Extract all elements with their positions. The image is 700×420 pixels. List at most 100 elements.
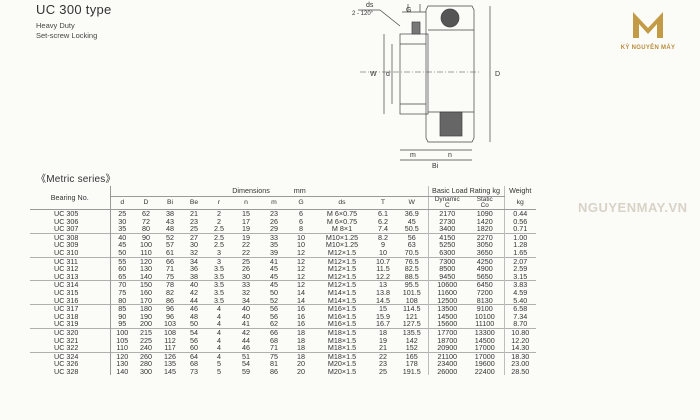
table-row: UC 305 25 62 38 21 2 15 23 6 M 6×0.75 6.1 36.9 2170 1… bbox=[30, 208, 536, 218]
table-cell: 26000 bbox=[437, 366, 458, 376]
m-label: m bbox=[410, 152, 416, 159]
weight-header: Weight bbox=[509, 186, 532, 196]
table-row: UC 324 120 260 126 64 4 51 75 18 M18×1.5 22 165 2110… bbox=[30, 351, 536, 361]
table-row: UC 314 70 150 78 40 3.5 33 45 12 M12×1.5 13 95.5 106… bbox=[30, 280, 536, 289]
table-cell: 12 bbox=[297, 247, 305, 257]
section-title: 《Metric series》 bbox=[36, 174, 116, 185]
basic-load-header: Basic Load Rating kg bbox=[428, 186, 505, 197]
table-cell: M12×1.5 bbox=[327, 247, 357, 257]
page-title: UC 300 type bbox=[36, 2, 112, 17]
table-cell: 59 bbox=[242, 366, 250, 376]
table-row: UC 309 45 100 57 30 2.5 22 35 10 M10×1.25 9 63 5250 3… bbox=[30, 241, 536, 249]
table-cell: 3650 bbox=[466, 249, 505, 258]
g-label: G bbox=[406, 7, 411, 14]
table-cell: 10 bbox=[379, 247, 387, 257]
col-bi: Bi bbox=[158, 196, 182, 210]
col-g: G bbox=[288, 196, 314, 210]
table-row: UC 312 60 130 71 36 3.5 26 45 12 M12×1.5 11.5 82.5 8… bbox=[30, 265, 536, 273]
table-row: UC 307 35 80 48 25 2.5 19 29 8 M 8×1 7.4 50.5 3400 18… bbox=[30, 225, 536, 234]
table-cell: M18×1.5 bbox=[327, 343, 357, 353]
table-cell: 61 bbox=[166, 247, 174, 257]
table-cell: 191.5 bbox=[396, 368, 429, 376]
table-row: UC 308 40 90 52 27 2.5 19 33 10 M10×1.25 8.2 56 4150… bbox=[30, 232, 536, 242]
table-row: UC 315 75 160 82 42 3.5 32 50 14 M14×1.5 13.8 101.5… bbox=[30, 289, 536, 297]
brand-name: KỲ NGUYÊN MÁY bbox=[620, 45, 676, 51]
col-r: r bbox=[206, 196, 232, 210]
table-cell: 46 bbox=[242, 343, 250, 353]
table-cell: 117 bbox=[164, 343, 176, 353]
table-cell: 110 bbox=[140, 247, 152, 257]
table-cell: 39 bbox=[270, 247, 278, 257]
bi-label: Bi bbox=[432, 163, 439, 170]
col-weight-kg: kg bbox=[504, 196, 536, 210]
col-static: Static Co bbox=[466, 196, 505, 210]
col-be: Be bbox=[182, 196, 206, 210]
table-cell: 25 bbox=[379, 366, 387, 376]
d-label: d bbox=[386, 71, 390, 78]
table-cell: 22 bbox=[242, 247, 250, 257]
table-cell: 18 bbox=[297, 343, 305, 353]
table-cell: M20×1.5 bbox=[327, 366, 357, 376]
table-row: UC 317 85 180 96 46 4 40 56 16 M16×1.5 15 114.5 1350… bbox=[30, 304, 536, 313]
m-logo-icon bbox=[633, 12, 663, 38]
table-row: UC 321 105 225 112 56 4 44 68 18 M18×1.5 19 142 1870… bbox=[30, 336, 536, 345]
table-row: UC 311 55 120 66 34 3 25 41 12 M12×1.5 10.7 76.5 730… bbox=[30, 256, 536, 266]
bearing-drawing: ds 2 - 120° G W d D m n Bi bbox=[352, 2, 500, 170]
dimensions-header: Dimensions mm bbox=[110, 186, 429, 197]
col-m: m bbox=[260, 196, 288, 210]
table-cell: 110 bbox=[116, 343, 128, 353]
table-row: UC 313 65 140 75 38 3.5 30 45 12 M12×1.5 12.2 88.5 9… bbox=[30, 272, 536, 281]
dynamic-symbol: C bbox=[444, 202, 450, 209]
table-cell: 145 bbox=[164, 366, 176, 376]
col-outer-d: D bbox=[134, 196, 158, 210]
col-t: T bbox=[370, 196, 396, 210]
table-cell: 73 bbox=[190, 366, 198, 376]
table-cell: 71 bbox=[270, 343, 278, 353]
watermark: NGUYENMAY.VN bbox=[578, 200, 688, 215]
table-body: UC 305 25 62 38 21 2 15 23 6 M 6×0.75 6.1 36.9 2170 1… bbox=[30, 208, 536, 376]
table-row: UC 318 90 190 96 48 4 40 56 16 M16×1.5 15.9 121 1450… bbox=[30, 313, 536, 321]
table-cell: 28.50 bbox=[511, 366, 530, 376]
table-cell: 22400 bbox=[466, 368, 505, 376]
table-row: UC 319 95 200 103 50 4 41 62 16 M16×1.5 16.7 127.5 1… bbox=[30, 320, 536, 329]
table-cell: 140 bbox=[116, 366, 129, 376]
header: UC 300 type Heavy Duty Set-screw Locking bbox=[36, 2, 112, 41]
col-ds: ds bbox=[314, 196, 370, 210]
table-row: UC 316 80 170 86 44 3.5 34 52 14 M14×1.5 14.5 108 12… bbox=[30, 296, 536, 305]
col-bearing-no: Bearing No. bbox=[30, 186, 111, 210]
table-cell: 4 bbox=[217, 343, 221, 353]
bearing-table: Bearing No. Dimensions mm Basic Load Rat… bbox=[30, 186, 536, 376]
dimensions-label: Dimensions bbox=[232, 186, 270, 195]
subtitle-locking: Set-screw Locking bbox=[36, 31, 98, 40]
basic-load-label: Basic Load bbox=[432, 186, 468, 195]
static-symbol: Co bbox=[480, 202, 489, 209]
bearing-no-cell: UC 310 bbox=[30, 249, 111, 258]
n-label: n bbox=[448, 152, 452, 159]
table-cell: 3 bbox=[217, 247, 221, 257]
dimensions-unit: mm bbox=[293, 186, 306, 195]
outer-d-label: D bbox=[495, 71, 500, 78]
table-row: UC 306 30 72 43 23 2 17 26 6 M 6×0.75 6.2 45 2730 142… bbox=[30, 217, 536, 226]
col-w: W bbox=[396, 196, 429, 210]
subtitle-heavy-duty: Heavy Duty bbox=[36, 21, 75, 30]
bearing-no-cell: UC 322 bbox=[30, 344, 111, 353]
brand-logo: KỲ NGUYÊN MÁY bbox=[596, 8, 700, 51]
col-dynamic: Dynamic C bbox=[428, 196, 466, 210]
ds-label: ds bbox=[366, 2, 374, 9]
rating-kg-label: Rating kg bbox=[469, 186, 500, 195]
table-cell: 20900 bbox=[437, 343, 458, 353]
table-cell: 20 bbox=[297, 366, 305, 376]
table-cell: 21 bbox=[379, 343, 387, 353]
table-cell: 300 bbox=[140, 366, 152, 376]
thread-angle-label: 2 - 120° bbox=[352, 11, 374, 17]
table-row: UC 322 110 240 117 60 4 46 71 18 M18×1.5 21 152 2090… bbox=[30, 343, 536, 353]
table-cell: 152 bbox=[396, 344, 429, 353]
table-cell: 17000 bbox=[466, 344, 505, 353]
table-row: UC 326 130 280 135 68 5 54 81 20 M20×1.5 23 178 2340… bbox=[30, 360, 536, 368]
col-n: n bbox=[232, 196, 260, 210]
table-cell: 240 bbox=[140, 343, 152, 353]
table-cell: 86 bbox=[270, 366, 278, 376]
table-cell: 32 bbox=[190, 247, 198, 257]
table-row: UC 328 140 300 145 73 5 59 86 20 M20×1.5 25 191.5 26… bbox=[30, 368, 536, 376]
table-cell: 60 bbox=[190, 343, 198, 353]
